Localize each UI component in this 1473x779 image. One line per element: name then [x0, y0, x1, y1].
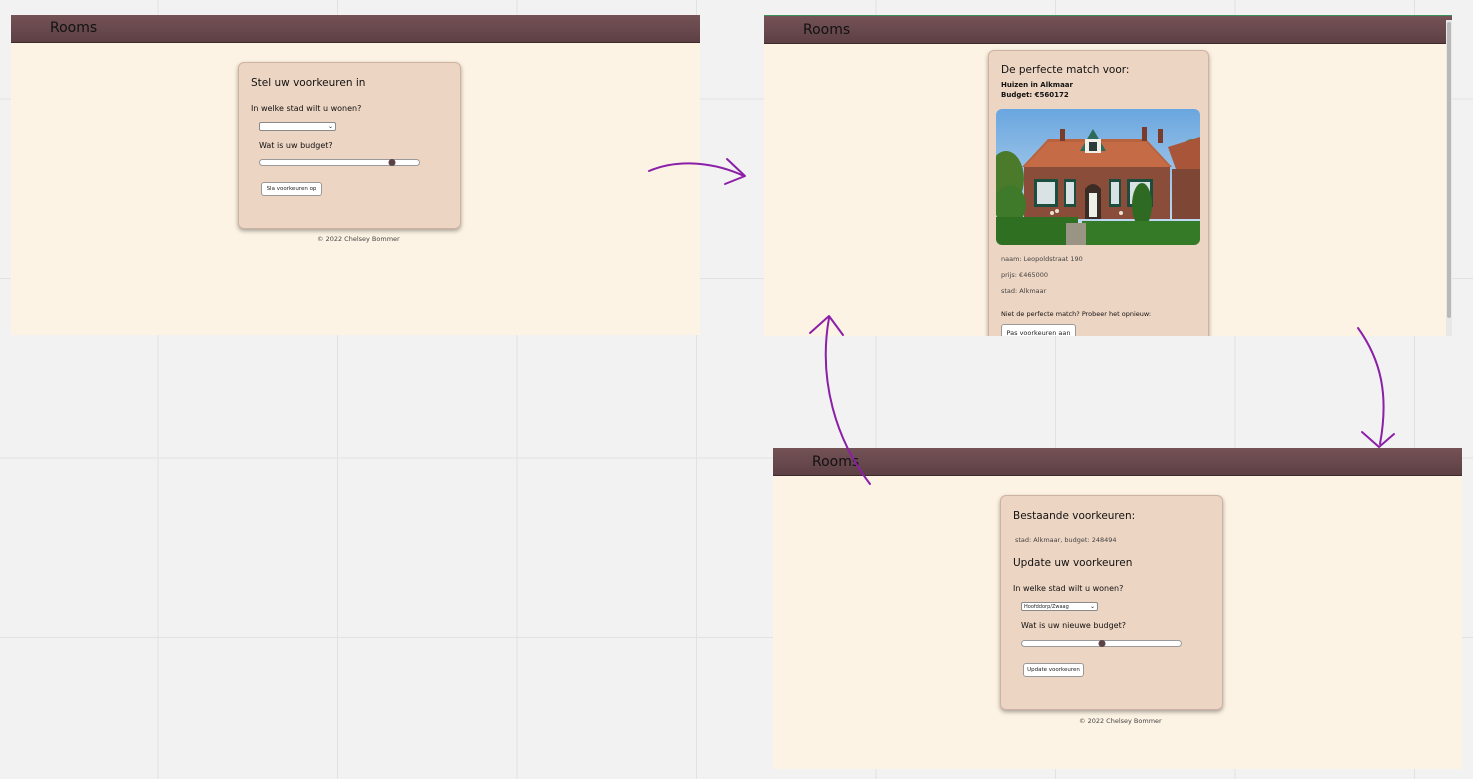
screen-update: Rooms Bestaande voorkeuren: stad: Alkmaa…	[773, 448, 1462, 769]
screen-preferences: Rooms Stel uw voorkeuren in In welke sta…	[11, 15, 700, 335]
house-image	[996, 109, 1200, 245]
app-title[interactable]: Rooms	[812, 454, 859, 470]
chevron-down-icon: ⌄	[1089, 603, 1095, 610]
match-heading: De perfecte match voor:	[1001, 64, 1130, 76]
arrowhead-right-icon	[724, 158, 746, 185]
app-header: Rooms	[764, 16, 1452, 44]
house-photo	[996, 109, 1200, 245]
existing-heading: Bestaande voorkeuren:	[1013, 510, 1136, 522]
match-card: De perfecte match voor: Huizen in Alkmaa…	[988, 50, 1209, 336]
budget-question: Wat is uw budget?	[259, 141, 333, 150]
update-preferences-button[interactable]: Update voorkeuren	[1023, 663, 1084, 677]
app-header: Rooms	[11, 15, 700, 43]
budget-question: Wat is uw nieuwe budget?	[1021, 621, 1126, 630]
update-card: Bestaande voorkeuren: stad: Alkmaar, bud…	[1000, 495, 1223, 710]
existing-preferences: stad: Alkmaar, budget: 248494	[1015, 536, 1117, 544]
budget-slider[interactable]	[1021, 640, 1182, 647]
city-select[interactable]: ⌄	[259, 122, 336, 131]
match-budget: Budget: €560172	[1001, 91, 1069, 99]
app-title[interactable]: Rooms	[50, 20, 97, 36]
budget-slider[interactable]	[259, 159, 420, 166]
footer: © 2022 Chelsey Bommer	[1079, 717, 1162, 725]
scrollbar[interactable]	[1446, 20, 1452, 336]
budget-slider-thumb[interactable]	[388, 159, 396, 166]
screen-match: Rooms De perfecte match voor: Huizen in …	[764, 15, 1452, 336]
city-question: In welke stad wilt u wonen?	[1013, 584, 1124, 593]
card-heading: Stel uw voorkeuren in	[251, 77, 366, 89]
city-question: In welke stad wilt u wonen?	[251, 104, 362, 113]
result-city: stad: Alkmaar	[1001, 287, 1047, 295]
arrowhead-down-icon	[1361, 431, 1395, 448]
footer: © 2022 Chelsey Bommer	[317, 235, 400, 243]
match-subheading: Huizen in Alkmaar	[1001, 81, 1073, 89]
scrollbar-thumb[interactable]	[1447, 22, 1451, 318]
app-title[interactable]: Rooms	[803, 22, 850, 38]
budget-slider-thumb[interactable]	[1098, 640, 1105, 647]
app-header: Rooms	[773, 448, 1462, 476]
retry-text: Niet de perfecte match? Probeer het opni…	[1001, 310, 1152, 318]
chevron-down-icon: ⌄	[327, 123, 333, 130]
city-select[interactable]: Hoofddorp/Zwaag ⌄	[1021, 602, 1098, 611]
adjust-preferences-button[interactable]: Pas voorkeuren aan	[1001, 324, 1076, 336]
preferences-card: Stel uw voorkeuren in In welke stad wilt…	[238, 62, 461, 229]
save-preferences-button[interactable]: Sla voorkeuren op	[261, 182, 322, 196]
result-price: prijs: €465000	[1001, 271, 1049, 279]
arrow-down-icon	[1357, 327, 1385, 445]
city-select-value: Hoofddorp/Zwaag	[1024, 604, 1069, 610]
result-name: naam: Leopoldstraat 190	[1001, 255, 1083, 263]
update-heading: Update uw voorkeuren	[1013, 557, 1133, 569]
